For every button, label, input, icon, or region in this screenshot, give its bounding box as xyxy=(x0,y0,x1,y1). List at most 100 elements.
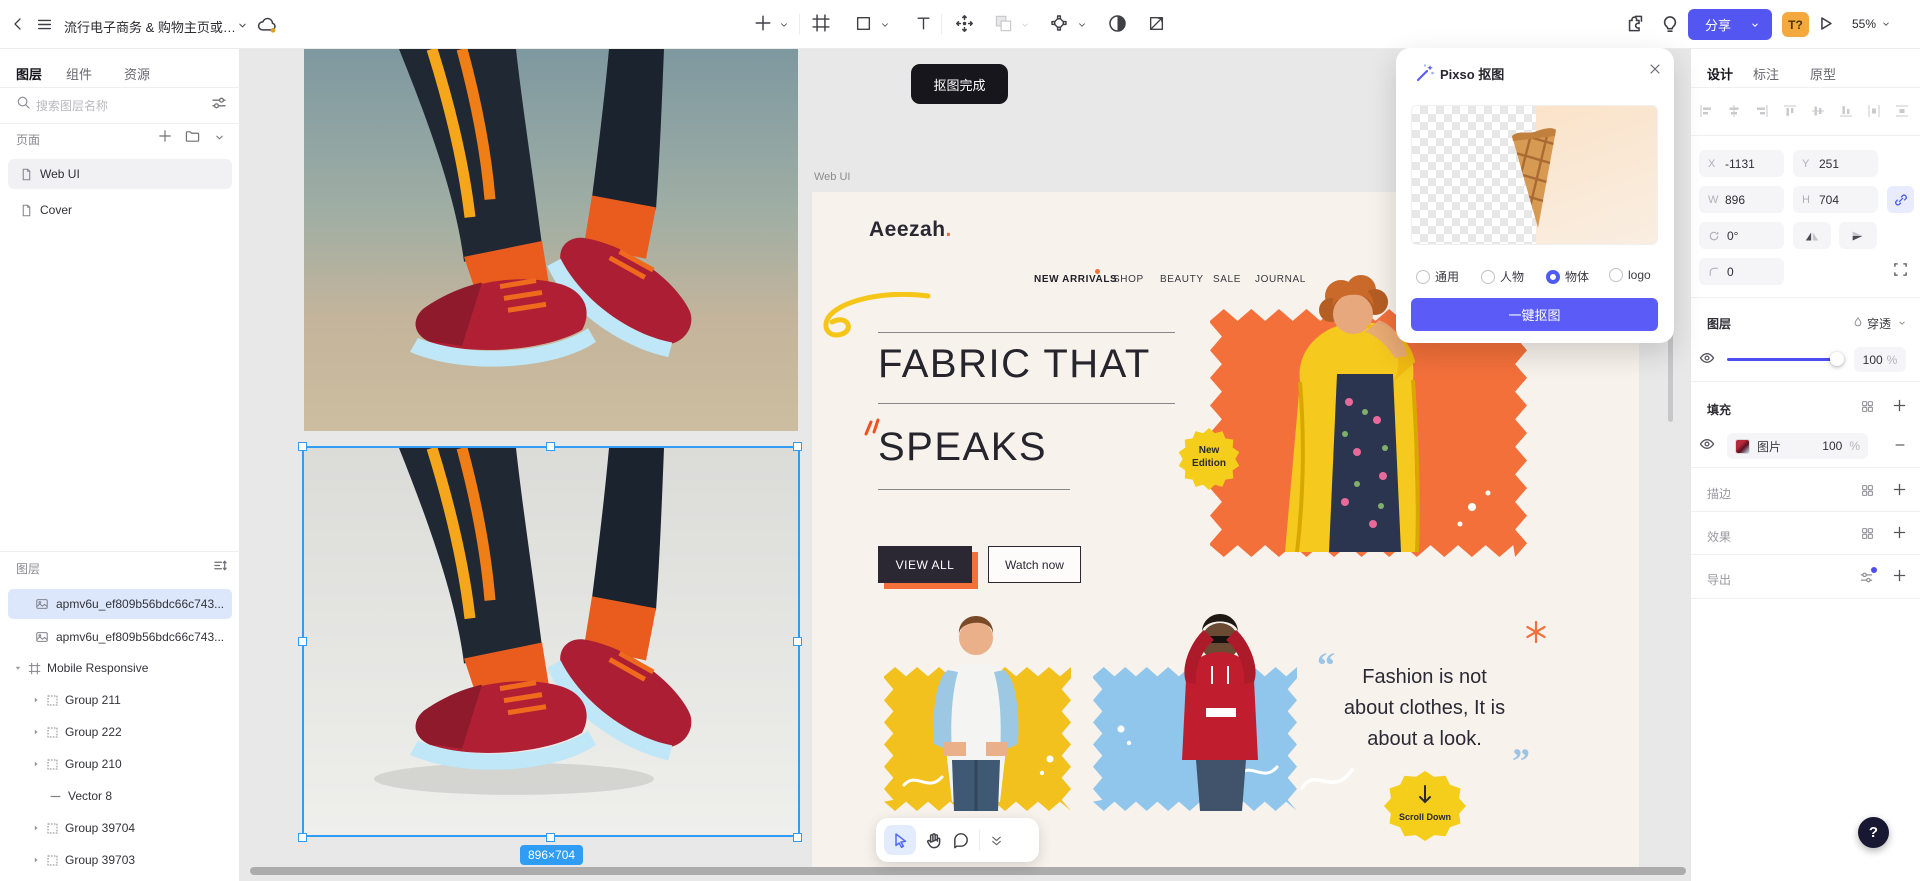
width-input[interactable]: W896 xyxy=(1699,186,1784,213)
selection-handle[interactable] xyxy=(793,833,802,842)
selection-handle[interactable] xyxy=(546,833,555,842)
add-stroke-icon[interactable] xyxy=(1892,482,1907,497)
nav-new-arrivals[interactable]: NEW ARRIVALS xyxy=(1034,274,1117,285)
stroke-styles-icon[interactable] xyxy=(1861,484,1874,497)
present-play-icon[interactable] xyxy=(1816,14,1835,33)
boolean-tool-icon[interactable] xyxy=(994,14,1013,33)
selection-handle[interactable] xyxy=(298,637,307,646)
add-export-icon[interactable] xyxy=(1892,568,1907,583)
quote-block[interactable]: Fashion is not about clothes, It is abou… xyxy=(1317,662,1532,755)
layer-item-frame[interactable]: Mobile Responsive xyxy=(8,653,232,683)
corner-radius-input[interactable]: 0 xyxy=(1699,258,1784,285)
align-h-center-icon[interactable] xyxy=(1726,103,1742,119)
tab-layers[interactable]: 图层 xyxy=(16,64,42,83)
sneaker-photo-bottom[interactable] xyxy=(304,448,798,835)
comment-tool-button[interactable] xyxy=(952,831,970,849)
document-title[interactable]: 流行电子商务 & 购物主页或登... xyxy=(64,17,236,36)
flip-vertical-button[interactable] xyxy=(1839,222,1877,249)
nav-shop[interactable]: SHOP xyxy=(1113,274,1144,285)
shape-tool-icon[interactable] xyxy=(855,15,872,32)
align-left-icon[interactable] xyxy=(1698,103,1714,119)
layer-item-image[interactable]: apmv6u_ef809b56bdc66c743... xyxy=(8,622,232,652)
tab-components[interactable]: 组件 xyxy=(66,64,92,83)
layer-visibility-eye-icon[interactable] xyxy=(1699,350,1715,366)
fill-row[interactable]: 图片 100 % xyxy=(1727,433,1868,459)
blend-chevron-icon[interactable] xyxy=(1897,318,1907,328)
layer-item-image[interactable]: apmv6u_ef809b56bdc66c743... xyxy=(8,589,232,619)
insert-plus-icon[interactable] xyxy=(754,14,772,32)
trial-badge[interactable]: T? xyxy=(1782,12,1809,37)
horizontal-scrollbar[interactable] xyxy=(250,867,1686,875)
tab-annotate[interactable]: 标注 xyxy=(1753,64,1779,83)
fill-styles-icon[interactable] xyxy=(1861,400,1874,413)
shape-chevron-icon[interactable] xyxy=(880,20,890,30)
effects-styles-icon[interactable] xyxy=(1861,527,1874,540)
sneaker-photo-top[interactable] xyxy=(304,49,798,431)
layer-item-group[interactable]: Group 211 xyxy=(8,685,232,715)
selection-handle[interactable] xyxy=(793,442,802,451)
option-logo[interactable]: logo xyxy=(1609,268,1651,282)
page-folder-icon[interactable] xyxy=(185,129,200,144)
selection-handle[interactable] xyxy=(298,833,307,842)
layer-item-group[interactable]: Group 39704 xyxy=(8,813,232,843)
add-page-icon[interactable] xyxy=(158,129,172,143)
nav-beauty[interactable]: BEAUTY xyxy=(1160,274,1204,285)
tab-prototype[interactable]: 原型 xyxy=(1810,64,1836,83)
option-general[interactable]: 通用 xyxy=(1416,268,1459,285)
align-right-icon[interactable] xyxy=(1754,103,1770,119)
flip-horizontal-button[interactable] xyxy=(1793,222,1831,249)
opacity-slider-track[interactable] xyxy=(1727,358,1837,361)
selection-handle[interactable] xyxy=(546,442,555,451)
filter-icon[interactable] xyxy=(211,95,227,111)
watch-now-button[interactable]: Watch now xyxy=(988,546,1081,583)
export-settings-icon[interactable] xyxy=(1859,570,1874,585)
option-person[interactable]: 人物 xyxy=(1481,268,1524,285)
scroll-down-badge[interactable] xyxy=(1384,771,1466,841)
height-input[interactable]: H704 xyxy=(1793,186,1878,213)
caret-right-icon[interactable] xyxy=(32,728,40,736)
move-tool-icon[interactable] xyxy=(955,14,974,33)
close-icon[interactable] xyxy=(1648,62,1662,76)
denim-man-photo[interactable] xyxy=(900,612,1050,811)
pages-collapse-icon[interactable] xyxy=(214,132,225,143)
constrain-link-icon[interactable] xyxy=(1887,186,1914,213)
caret-right-icon[interactable] xyxy=(32,696,40,704)
distribute-v-icon[interactable] xyxy=(1894,103,1910,119)
tab-design[interactable]: 设计 xyxy=(1707,64,1733,83)
back-button[interactable] xyxy=(10,16,26,32)
selection-handle[interactable] xyxy=(793,637,802,646)
mask-tool-icon[interactable] xyxy=(1108,14,1127,33)
text-tool-icon[interactable] xyxy=(915,15,932,32)
vector-tool-icon[interactable] xyxy=(1050,14,1068,32)
distribute-h-icon[interactable] xyxy=(1866,103,1882,119)
align-v-center-icon[interactable] xyxy=(1810,103,1826,119)
selection-handle[interactable] xyxy=(298,442,307,451)
y-input[interactable]: Y251 xyxy=(1793,150,1878,177)
layer-item-vector[interactable]: Vector 8 xyxy=(8,781,232,811)
slice-tool-icon[interactable] xyxy=(1148,15,1165,32)
caret-right-icon[interactable] xyxy=(32,856,40,864)
hand-tool-button[interactable] xyxy=(925,831,943,849)
hero-line2[interactable]: SPEAKS xyxy=(878,425,1047,470)
hoodie-man-photo[interactable] xyxy=(1140,600,1300,811)
zoom-control[interactable]: 55% xyxy=(1852,17,1891,31)
frame-tool-icon[interactable] xyxy=(812,14,830,32)
cloud-sync-icon[interactable] xyxy=(256,15,277,34)
layer-item-group[interactable]: Group 222 xyxy=(8,717,232,747)
blend-mode-select[interactable]: 穿透 xyxy=(1867,315,1891,332)
plugin-icon[interactable] xyxy=(1626,14,1645,33)
share-button[interactable]: 分享 xyxy=(1688,9,1772,40)
vector-chevron-icon[interactable] xyxy=(1077,20,1087,30)
fill-visibility-eye-icon[interactable] xyxy=(1699,436,1715,452)
one-click-cutout-button[interactable]: 一键抠图 xyxy=(1411,298,1658,331)
search-input[interactable]: 搜索图层名称 xyxy=(36,97,108,114)
remove-fill-icon[interactable] xyxy=(1893,438,1907,452)
layer-item-group[interactable]: Group 39703 xyxy=(8,845,232,875)
x-input[interactable]: X-1131 xyxy=(1699,150,1784,177)
main-menu-icon[interactable] xyxy=(36,16,53,33)
collapse-toolbar-button[interactable] xyxy=(989,833,1004,848)
select-tool-button[interactable] xyxy=(884,825,916,855)
help-button[interactable]: ? xyxy=(1858,817,1889,848)
view-all-button[interactable]: VIEW ALL xyxy=(878,546,972,583)
site-logo[interactable]: Aeezah. xyxy=(869,218,952,242)
